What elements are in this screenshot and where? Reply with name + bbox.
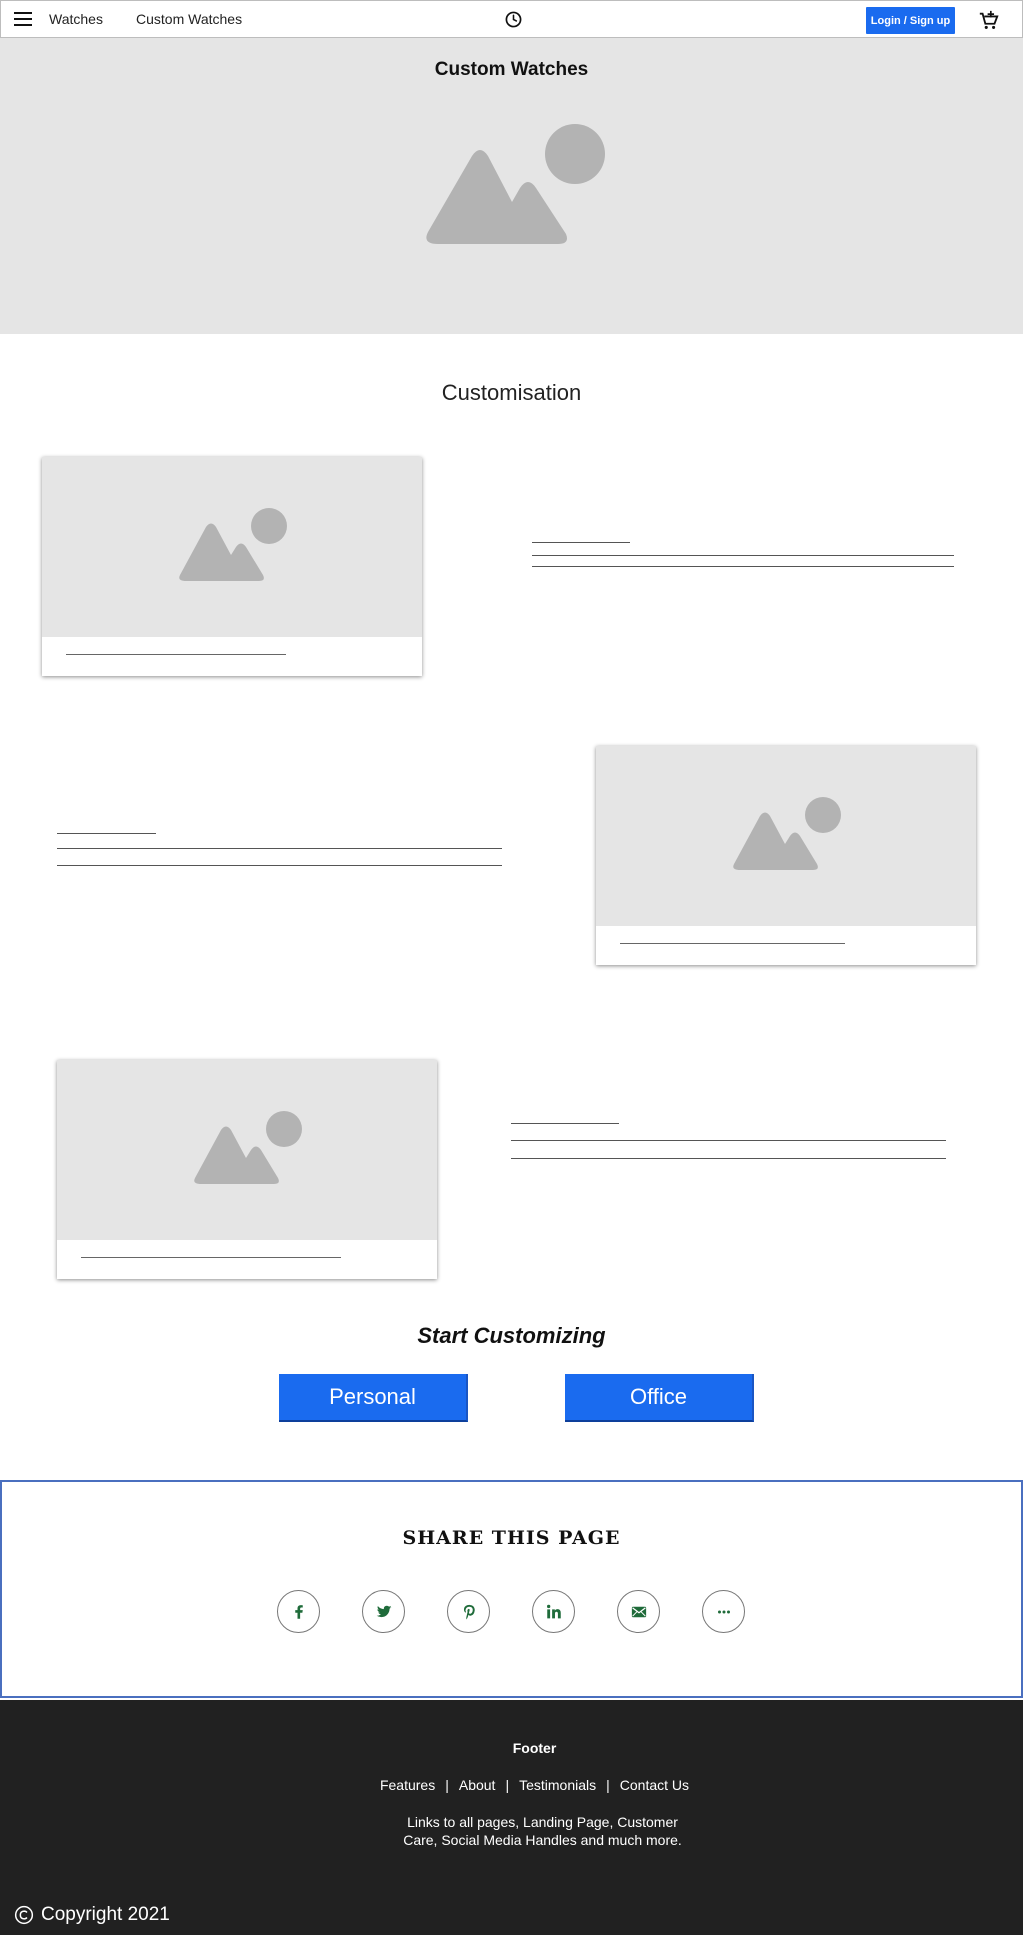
share-section: SHARE THIS PAGE [0, 1480, 1023, 1698]
text-line [532, 542, 630, 543]
footer-link-contact-us[interactable]: Contact Us [620, 1777, 689, 1793]
text-line [511, 1158, 946, 1159]
customisation-card-1[interactable] [42, 457, 422, 676]
login-signup-button[interactable]: Login / Sign up [866, 7, 955, 34]
email-share-button[interactable] [617, 1590, 660, 1633]
start-customizing-title: Start Customizing [417, 1323, 606, 1348]
email-icon [631, 1606, 646, 1617]
image-placeholder-icon [194, 1111, 302, 1184]
clock-icon[interactable] [505, 11, 522, 28]
copyright-text: Copyright 2021 [41, 1904, 170, 1925]
twitter-icon [376, 1605, 391, 1617]
nav-link-custom-watches[interactable]: Custom Watches [136, 11, 242, 27]
nav-link-watches[interactable]: Watches [49, 11, 103, 27]
card-image [57, 1060, 437, 1240]
footer-link-features[interactable]: Features [380, 1777, 435, 1793]
card-image [596, 746, 976, 926]
card-caption-line [620, 943, 845, 944]
footer-link-about[interactable]: About [459, 1777, 496, 1793]
footer-link-testimonials[interactable]: Testimonials [519, 1777, 596, 1793]
customisation-card-3[interactable] [57, 1060, 437, 1279]
top-navbar: Watches Custom Watches Login / Sign up [0, 0, 1023, 38]
footer-separator: | [505, 1777, 510, 1793]
text-line [57, 865, 502, 866]
linkedin-share-button[interactable] [532, 1590, 575, 1633]
pinterest-icon [463, 1604, 475, 1619]
section-title: Customisation [441, 380, 582, 405]
page-footer: Footer Features | About | Testimonials | Conta… [0, 1700, 1023, 1935]
linkedin-icon [546, 1604, 561, 1618]
add-to-cart-icon[interactable] [978, 10, 1000, 32]
footer-separator: | [445, 1777, 449, 1793]
customisation-card-2[interactable] [596, 746, 976, 965]
hero-banner: Custom Watches [0, 38, 1023, 334]
text-line [57, 848, 502, 849]
footer-description: Links to all pages, Landing Page, Custom… [403, 1814, 682, 1848]
pinterest-share-button[interactable] [447, 1590, 490, 1633]
text-line [511, 1123, 619, 1124]
text-line [511, 1140, 946, 1141]
card-caption-line [66, 654, 286, 655]
more-icon [717, 1610, 730, 1613]
twitter-share-button[interactable] [362, 1590, 405, 1633]
image-placeholder-icon [733, 797, 841, 870]
more-share-button[interactable] [702, 1590, 745, 1633]
footer-title: Footer [512, 1740, 557, 1756]
footer-links: Features | About | Testimonials | Contact Us [0, 1777, 1023, 1793]
text-line [57, 833, 156, 834]
card-image [42, 457, 422, 637]
text-line [532, 566, 954, 567]
facebook-share-button[interactable] [277, 1590, 320, 1633]
hero-title: Custom Watches [434, 59, 589, 80]
personal-button[interactable]: Personal [279, 1374, 468, 1422]
copyright: Copyright 2021 [14, 1904, 170, 1926]
share-title: SHARE THIS PAGE [402, 1527, 621, 1549]
facebook-icon [294, 1604, 303, 1619]
card-caption-line [81, 1257, 341, 1258]
text-line [532, 555, 954, 556]
copyright-icon [14, 1905, 34, 1925]
office-button[interactable]: Office [565, 1374, 754, 1422]
hamburger-menu-icon[interactable] [14, 12, 32, 26]
footer-separator: | [606, 1777, 610, 1793]
image-placeholder-icon [179, 508, 287, 581]
image-placeholder-icon [426, 124, 605, 244]
